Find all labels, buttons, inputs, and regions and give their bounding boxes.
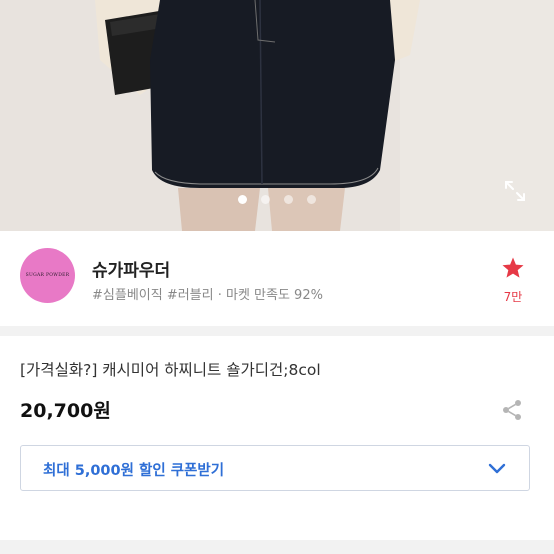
favorite-count: 7만 [503, 290, 523, 304]
pagination-dot[interactable] [238, 195, 247, 204]
pagination-dot[interactable] [261, 195, 270, 204]
share-button[interactable] [500, 398, 524, 422]
coupon-label: 최대 5,000원 할인 쿠폰받기 [43, 463, 225, 479]
shop-info-card[interactable]: SUGAR POWDER 슈가파우더 #심플베이직 #러블리 · 마켓 만족도 … [0, 231, 554, 326]
share-icon [503, 400, 521, 420]
gallery-pagination [0, 195, 554, 205]
product-price: 20,700원 [20, 400, 111, 422]
section-divider [0, 540, 554, 554]
product-info: [가격실화?] 캐시미어 하찌니트 숄가디건;8col 20,700원 최대 5… [0, 336, 554, 554]
shop-logo[interactable]: SUGAR POWDER [20, 248, 75, 303]
pagination-dot[interactable] [284, 195, 293, 204]
pagination-dot[interactable] [307, 195, 316, 204]
shop-name[interactable]: 슈가파우더 [92, 256, 170, 281]
product-title: [가격실화?] 캐시미어 하찌니트 숄가디건;8col [20, 361, 321, 379]
product-image-gallery[interactable] [0, 0, 554, 231]
star-icon [502, 257, 524, 278]
expand-button[interactable] [504, 180, 532, 208]
expand-icon [505, 181, 525, 201]
section-divider [0, 326, 554, 336]
coupon-download-button[interactable]: 최대 5,000원 할인 쿠폰받기 [20, 445, 530, 491]
shop-tags: #심플베이직 #러블리 · 마켓 만족도 92% [92, 288, 323, 303]
shop-logo-text: SUGAR POWDER [25, 273, 70, 278]
favorite-button[interactable]: 7만 [494, 256, 532, 306]
chevron-down-icon [488, 463, 506, 474]
